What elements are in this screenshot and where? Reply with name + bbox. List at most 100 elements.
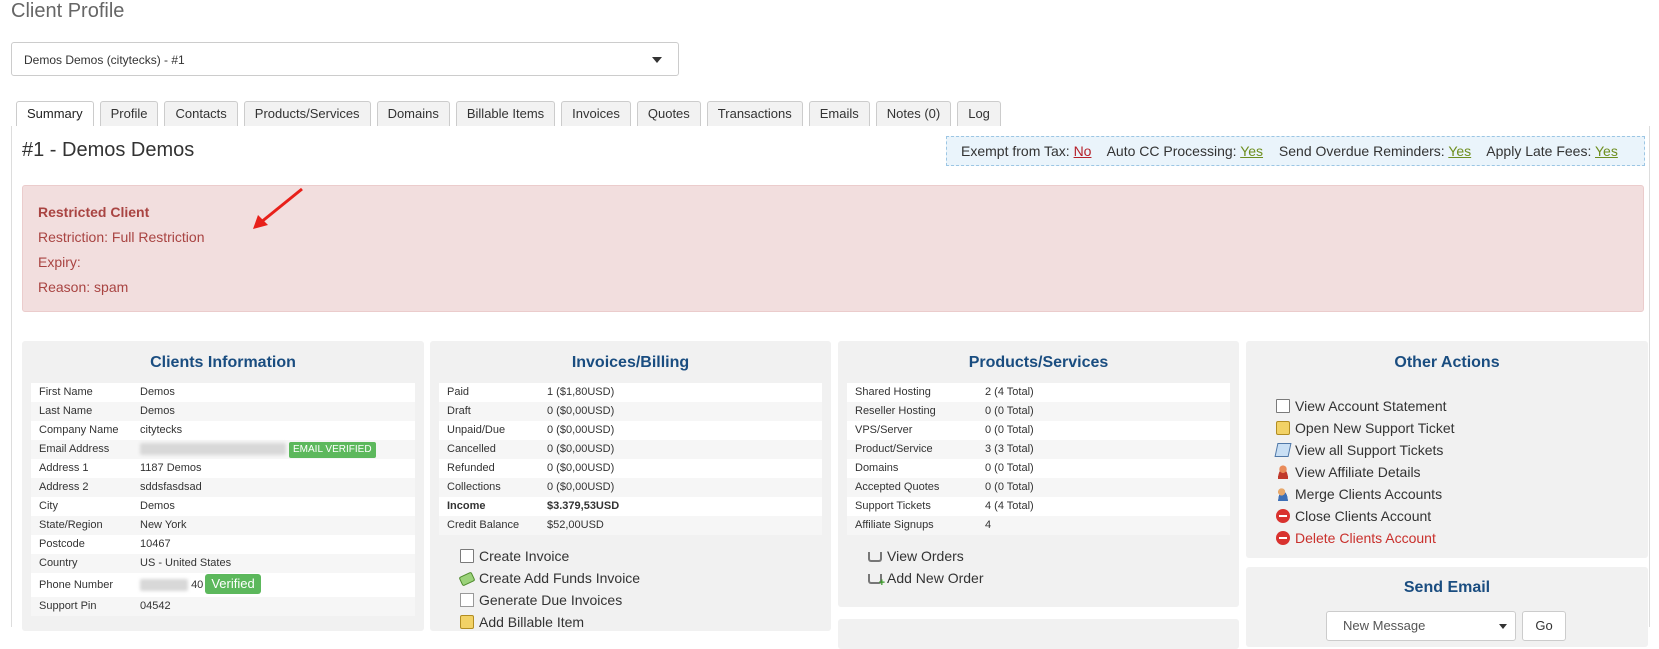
billing-actions: Create Invoice Create Add Funds Invoice …: [430, 535, 831, 633]
tab-summary[interactable]: Summary: [16, 101, 94, 128]
table-row: First Name Demos: [39, 386, 175, 398]
invoices-billing-panel: Invoices/Billing Paid 1 ($1,80USD) Draft 0…: [430, 341, 831, 631]
table-row: Cancelled 0 ($0,00USD): [439, 440, 822, 459]
tab-notes[interactable]: Notes (0): [875, 101, 952, 126]
open-support-ticket-link[interactable]: Open New Support Ticket: [1276, 417, 1648, 439]
table-row: Paid 1 ($1,80USD): [447, 386, 615, 398]
tab-products-services[interactable]: Products/Services: [243, 101, 371, 126]
flag-latefees-value[interactable]: Yes: [1595, 143, 1618, 159]
table-row: Accepted Quotes 0 (0 Total): [847, 478, 1230, 497]
client-select[interactable]: Demos Demos (citytecks) - #1: [11, 42, 679, 76]
close-clients-account-link[interactable]: Close Clients Account: [1276, 505, 1648, 527]
table-row: Country US - United States: [31, 554, 415, 573]
email-verified-badge: EMAIL VERIFIED: [289, 442, 376, 458]
cart-add-icon: [868, 574, 885, 589]
table-row: Domains 0 (0 Total): [855, 462, 1034, 474]
add-new-order-link[interactable]: Add New Order: [868, 567, 1239, 589]
restriction-reason: Reason: spam: [38, 279, 129, 295]
table-row: Phone Numberxxxxxxxx 40Verified: [31, 573, 415, 597]
flag-overdue-label: Send Overdue Reminders:: [1278, 143, 1445, 159]
tab-contacts[interactable]: Contacts: [164, 101, 238, 126]
view-orders-link[interactable]: View Orders: [868, 545, 1239, 567]
flag-autocc-value[interactable]: Yes: [1240, 143, 1263, 159]
table-row: State/Region New York: [31, 516, 415, 535]
table-row: Reseller Hosting 0 (0 Total): [847, 402, 1230, 421]
tab-billable-items[interactable]: Billable Items: [455, 101, 556, 126]
email-template-select[interactable]: New Message: [1326, 611, 1516, 641]
email-value-redacted: xxxxxxxxxxxxxxxxxxxx: [140, 443, 286, 455]
invoice-icon: [460, 549, 474, 563]
tab-invoices[interactable]: Invoices: [561, 101, 631, 126]
flag-autocc-label: Auto CC Processing:: [1106, 143, 1237, 159]
table-row: Affiliate Signups 4: [847, 516, 1230, 535]
products-actions: View Orders Add New Order: [838, 535, 1239, 589]
tab-transactions[interactable]: Transactions: [706, 101, 803, 126]
clients-information-panel: Clients Information First Name Demos Last…: [22, 341, 424, 631]
table-row: Postcode 10467: [39, 538, 171, 550]
table-row: Last Name Demos: [31, 402, 415, 421]
send-email-go-button[interactable]: Go: [1522, 611, 1566, 641]
view-account-statement-link[interactable]: View Account Statement: [1276, 395, 1648, 417]
view-support-tickets-link[interactable]: View all Support Tickets: [1274, 439, 1648, 461]
delete-clients-account-link[interactable]: Delete Clients Account: [1276, 527, 1648, 549]
tickets-list-icon: [1274, 443, 1292, 457]
flag-latefees-label: Apply Late Fees:: [1486, 143, 1592, 159]
table-row: Support Tickets 4 (4 Total): [855, 500, 1034, 512]
table-row: Unpaid/Due 0 ($0,00USD): [447, 424, 615, 436]
products-table: Shared Hosting 2 (4 Total) Reseller Hosti…: [847, 383, 1230, 535]
table-row: Draft 0 ($0,00USD): [439, 402, 822, 421]
tab-quotes[interactable]: Quotes: [636, 101, 701, 126]
table-row: Address 1 1187 Demos: [39, 462, 202, 474]
products-services-title: Products/Services: [968, 354, 1109, 371]
tab-log[interactable]: Log: [957, 101, 1001, 126]
phone-verified-badge: Verified: [205, 574, 261, 594]
table-row: Company Name citytecks: [39, 424, 183, 436]
table-row: Product/Service 3 (3 Total): [847, 440, 1230, 459]
products-services-panel: Products/Services Shared Hosting 2 (4 Tot…: [838, 341, 1239, 607]
table-row: Refunded 0 ($0,00USD): [447, 462, 615, 474]
table-row: Credit Balance $52,00USD: [439, 516, 822, 535]
user-icon: [1276, 465, 1290, 479]
client-select-value: Demos Demos (citytecks) - #1: [24, 53, 185, 67]
clients-info-table: First Name Demos Last Name Demos Company N…: [31, 383, 415, 616]
other-actions-title: Other Actions: [1394, 354, 1500, 371]
table-row: Shared Hosting 2 (4 Total): [855, 386, 1034, 398]
billing-table: Paid 1 ($1,80USD) Draft 0 ($0,00USD) Unpai…: [439, 383, 822, 535]
table-row: Email AddressxxxxxxxxxxxxxxxxxxxxEMAIL V…: [31, 440, 415, 459]
invoices-billing-title: Invoices/Billing: [571, 354, 690, 371]
flag-exempt-label: Exempt from Tax:: [961, 143, 1070, 159]
tab-profile[interactable]: Profile: [99, 101, 159, 126]
minus-circle-icon: [1276, 509, 1290, 523]
generate-due-invoices-link[interactable]: Generate Due Invoices: [460, 589, 831, 611]
flag-overdue-value[interactable]: Yes: [1448, 143, 1471, 159]
view-affiliate-details-link[interactable]: View Affiliate Details: [1276, 461, 1648, 483]
delete-icon: [1276, 531, 1290, 545]
page-title: Client Profile: [11, 0, 125, 22]
add-billable-item-link[interactable]: Add Billable Item: [460, 611, 831, 633]
money-icon: [458, 571, 476, 587]
tab-emails[interactable]: Emails: [808, 101, 870, 126]
other-actions-panel: Other Actions View Account Statement Ope…: [1246, 341, 1648, 558]
table-row: Support Pin 04542: [31, 597, 415, 616]
products-lower-panel: [838, 619, 1239, 649]
send-email-title: Send Email: [1403, 579, 1491, 596]
table-row: Collections 0 ($0,00USD): [439, 478, 822, 497]
table-row: Income $3.379,53USD: [447, 500, 620, 512]
page-icon: [460, 593, 474, 607]
table-row: VPS/Server 0 (0 Total): [855, 424, 1034, 436]
cart-icon: [868, 552, 882, 562]
create-add-funds-invoice-link[interactable]: Create Add Funds Invoice: [458, 567, 831, 589]
statement-icon: [1276, 399, 1290, 413]
create-invoice-link[interactable]: Create Invoice: [460, 545, 831, 567]
merge-clients-accounts-link[interactable]: Merge Clients Accounts: [1276, 483, 1648, 505]
flag-exempt-value[interactable]: No: [1074, 143, 1092, 159]
table-row: City Demos: [39, 500, 175, 512]
tab-domains[interactable]: Domains: [376, 101, 450, 126]
annotation-arrow-icon: [253, 187, 303, 229]
send-email-panel: Send Email New Message Go: [1246, 567, 1648, 647]
restriction-expiry: Expiry:: [38, 254, 81, 270]
other-actions-list: View Account Statement Open New Support …: [1246, 383, 1648, 549]
users-merge-icon: [1276, 487, 1290, 501]
client-heading: #1 - Demos Demos: [22, 139, 195, 161]
client-flags: Exempt from Tax: No Auto CC Processing: …: [946, 136, 1645, 166]
